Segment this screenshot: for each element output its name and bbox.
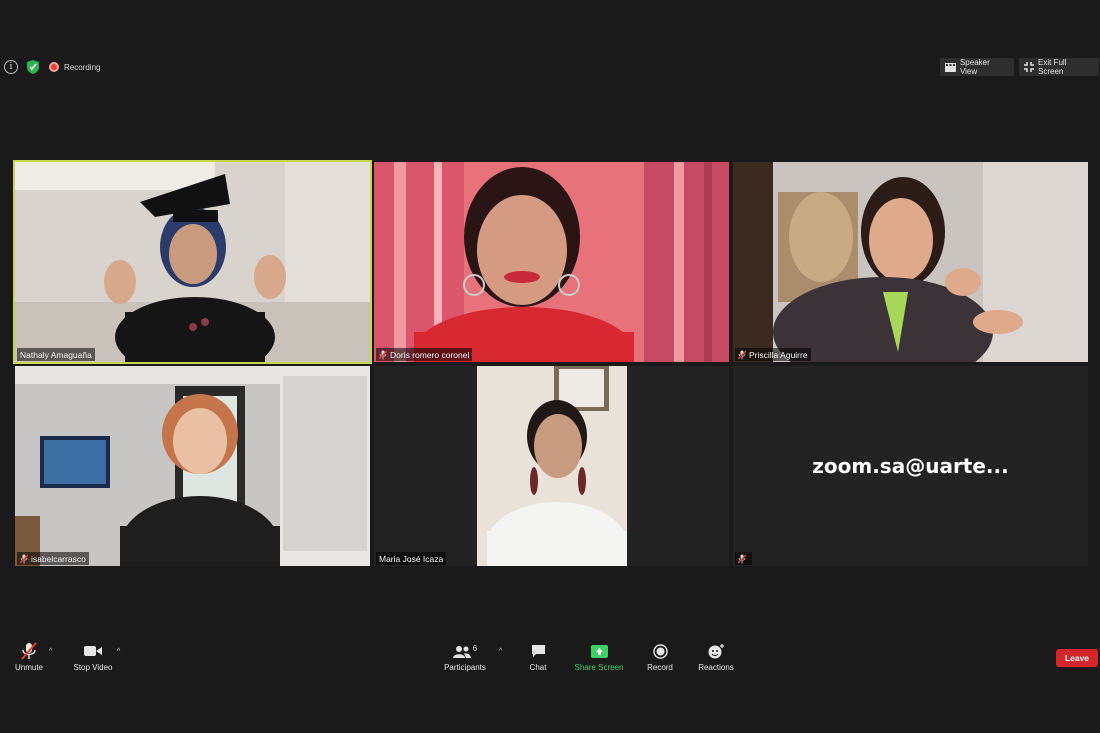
audio-options-chevron-icon[interactable]: ^ [49,648,52,655]
participants-count: 6 [472,643,478,653]
participants-label: Participants [444,663,486,672]
muted-mic-icon [379,350,387,359]
video-camera-icon [84,646,102,656]
meeting-toolbar: Unmute ^ Stop Video ^ 6 Participants ^ C… [0,640,1100,680]
participant-name-tag: isabelcarrasco [17,552,89,565]
meeting-top-bar: i Recording Speaker View Exit Full Scree… [0,58,1100,76]
participant-name: Doris romero coronel [390,349,470,360]
unmute-label: Unmute [14,663,43,672]
participant-name: Maria José Icaza [379,553,444,564]
exit-fullscreen-button[interactable]: Exit Full Screen [1019,58,1099,76]
record-dot-icon [49,62,59,72]
recording-indicator[interactable]: Recording [49,61,100,73]
participant-name-tag: Priscilla Aguirre [735,348,811,361]
participant-name: Priscilla Aguirre [749,349,808,360]
participant-tile-maria[interactable]: Maria José Icaza [374,366,729,566]
chat-button[interactable]: Chat [525,640,551,672]
speaker-view-button[interactable]: Speaker View [940,58,1014,76]
shield-icon[interactable] [26,59,40,75]
grid-view-icon [945,62,956,72]
participant-video [374,162,729,362]
participant-tile-doris[interactable]: Doris romero coronel [374,162,729,362]
participant-tile-nathaly[interactable]: Nathaly Amaguaña [13,160,372,364]
muted-mic-icon [738,554,746,563]
record-label: Record [647,663,673,672]
record-button[interactable]: Record [644,640,676,672]
participants-icon [452,645,471,658]
participant-name-tag: Doris romero coronel [376,348,473,361]
leave-meeting-button[interactable]: Leave [1056,649,1098,667]
participant-video [15,162,370,362]
muted-mic-icon [21,642,37,660]
share-screen-button[interactable]: Share Screen [572,640,626,672]
recording-label: Recording [64,62,101,72]
participant-tile-no-video[interactable]: zoom.sa@uarte... [733,366,1088,566]
participant-name-tag: Maria José Icaza [376,552,447,565]
stop-video-label: Stop Video [73,663,113,672]
exit-fullscreen-icon [1024,62,1034,72]
info-icon[interactable]: i [4,60,18,74]
participants-button[interactable]: 6 Participants [441,640,489,673]
share-screen-icon [590,644,608,658]
video-options-chevron-icon[interactable]: ^ [117,648,120,655]
participant-name-tag [735,552,752,565]
participants-options-chevron-icon[interactable]: ^ [499,648,502,655]
emoji-reaction-icon [708,644,724,659]
chat-label: Chat [529,663,547,672]
chat-bubble-icon [531,645,545,657]
stop-video-button[interactable]: Stop Video [70,640,116,672]
participant-tile-isabel[interactable]: isabelcarrasco [15,366,370,566]
participant-name-tag: Nathaly Amaguaña [17,348,95,361]
muted-mic-icon [738,350,746,359]
reactions-label: Reactions [698,663,734,672]
unmute-button[interactable]: Unmute [12,640,46,672]
participant-display-name: zoom.sa@uarte... [812,454,1009,478]
speaker-view-label: Speaker View [959,58,990,76]
share-screen-label: Share Screen [574,663,624,672]
participant-video [15,366,370,566]
participant-tile-priscilla[interactable]: Priscilla Aguirre [733,162,1088,362]
participant-video [733,162,1088,362]
exit-fullscreen-label: Exit Full Screen [1038,58,1067,76]
participant-video [374,366,729,566]
participant-name: Nathaly Amaguaña [20,349,92,360]
muted-mic-icon [20,554,28,563]
record-icon [652,643,668,659]
participant-name: isabelcarrasco [31,553,86,564]
reactions-button[interactable]: Reactions [696,640,736,672]
